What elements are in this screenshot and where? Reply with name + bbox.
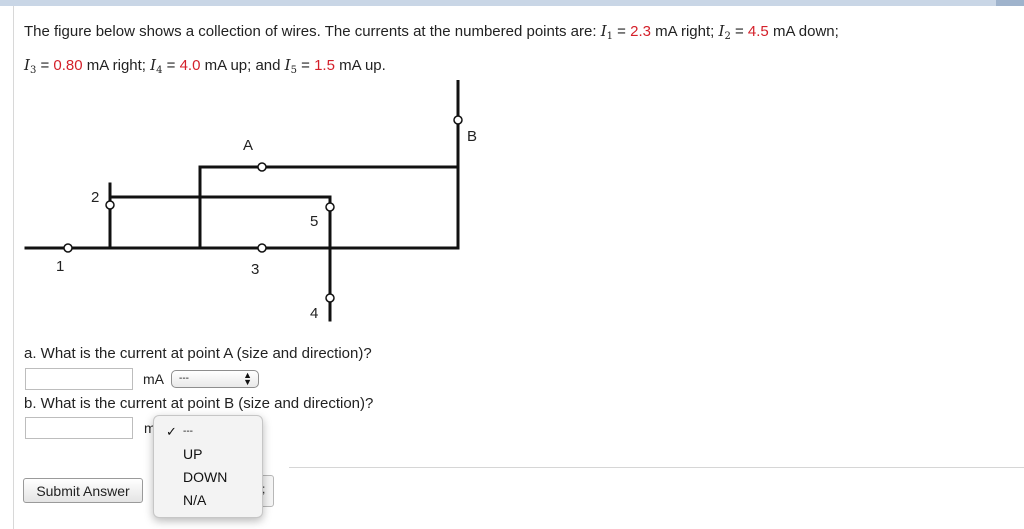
submit-answer-button[interactable]: Submit Answer [23, 478, 143, 503]
label-point-2: 2 [91, 189, 99, 206]
node-point-a [257, 162, 267, 172]
i1-symbol: I1 [600, 22, 613, 42]
direction-a-selected-value: --- [179, 373, 189, 384]
dropdown-option-up[interactable]: UP [183, 446, 202, 462]
dropdown-option-na[interactable]: N/A [183, 492, 206, 508]
checkmark-icon: ✓ [166, 424, 177, 439]
node-point-5 [325, 202, 335, 212]
problem-intro-text: The figure below shows a collection of w… [24, 23, 601, 40]
content-left-border [13, 6, 14, 529]
question-b-text: b. What is the current at point B (size … [24, 395, 374, 412]
direction-b-dropdown-menu[interactable]: ✓ --- UP DOWN N/A [153, 415, 263, 518]
i3-symbol: I3 [24, 56, 37, 76]
problem-statement: The figure below shows a collection of w… [24, 22, 839, 76]
node-point-1 [63, 243, 73, 253]
i2-value: 4.5 [747, 23, 769, 40]
label-point-5: 5 [310, 213, 318, 230]
label-point-b: B [467, 128, 477, 145]
i3-value: 0.80 [53, 57, 83, 74]
answer-b-input[interactable] [25, 417, 133, 439]
top-bar-tab [996, 0, 1024, 6]
i4-symbol: I4 [150, 56, 163, 76]
answer-a-unit: mA [143, 371, 164, 387]
label-point-3: 3 [251, 261, 259, 278]
select-updown-icon: ▲ ▼ [243, 370, 252, 387]
node-point-b [453, 115, 463, 125]
i2-symbol: I2 [718, 22, 731, 42]
label-point-1: 1 [56, 258, 64, 275]
label-point-4: 4 [310, 305, 318, 322]
label-point-a: A [243, 137, 253, 154]
i1-value: 2.3 [630, 23, 651, 40]
question-a-text: a. What is the current at point A (size … [24, 345, 372, 362]
top-bar [0, 0, 1024, 6]
i4-value: 4.0 [179, 57, 201, 74]
i5-symbol: I5 [284, 56, 297, 76]
section-divider [289, 467, 1024, 468]
wire-diagram: A B 1 2 3 4 5 [24, 80, 477, 322]
i5-value: 1.5 [314, 57, 335, 74]
direction-a-select[interactable]: --- ▲ ▼ [171, 370, 259, 388]
answer-a-input[interactable] [25, 368, 133, 390]
dropdown-option-down[interactable]: DOWN [183, 469, 227, 485]
node-point-3 [257, 243, 267, 253]
node-point-2 [105, 200, 115, 210]
dropdown-option-none[interactable]: --- [183, 426, 193, 437]
node-point-4 [325, 293, 335, 303]
